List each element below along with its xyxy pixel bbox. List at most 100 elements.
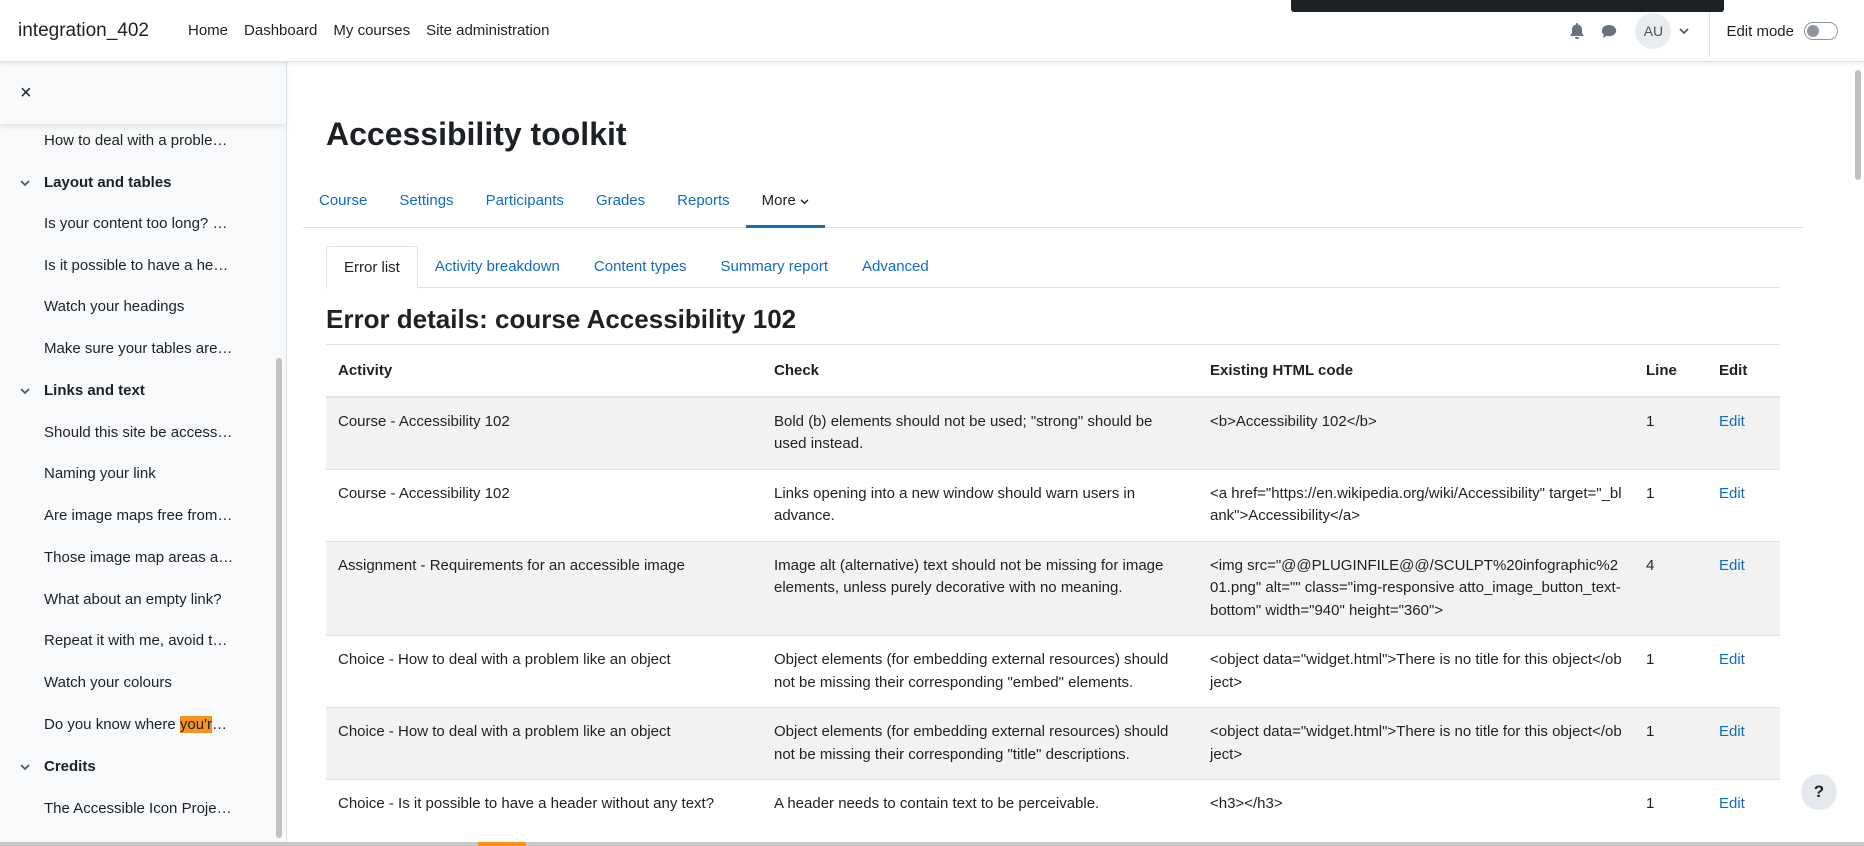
cell-edit: Edit — [1707, 540, 1780, 636]
cell-edit: Edit — [1707, 468, 1780, 541]
edit-mode-label: Edit mode — [1726, 22, 1794, 40]
drawer-item[interactable]: Do you know where you'r… — [44, 716, 227, 733]
table-row: Assignment - Requirements for an accessi… — [326, 540, 1780, 636]
close-drawer-icon[interactable]: × — [20, 82, 32, 105]
table-row: Course - Accessibility 102 Links opening … — [326, 468, 1780, 541]
nav-home[interactable]: Home — [180, 22, 236, 39]
table-row: Choice - How to deal with a problem like… — [326, 635, 1780, 708]
chevron-down-icon[interactable] — [20, 759, 44, 774]
toast-bar — [1291, 0, 1724, 12]
drawer-item-label: Those image map areas a… — [44, 549, 234, 566]
tab-participants[interactable]: Participants — [470, 174, 580, 227]
drawer-item[interactable]: Naming your link — [44, 465, 156, 482]
nav-site-administration[interactable]: Site administration — [418, 22, 557, 39]
column-header-line: Line — [1634, 344, 1707, 398]
primary-navigation: Home Dashboard My courses Site administr… — [180, 22, 558, 39]
chevron-down-icon[interactable] — [20, 175, 44, 190]
chevron-down-icon[interactable] — [20, 383, 44, 398]
drawer-item[interactable]: Repeat it with me, avoid t… — [44, 632, 227, 649]
drawer-header: × — [0, 62, 286, 124]
drawer-item-label: Are image maps free from… — [44, 507, 233, 524]
edit-link[interactable]: Edit — [1719, 485, 1745, 502]
cell-line: 4 — [1634, 540, 1707, 636]
cell-code: <b>Accessibility 102</b> — [1198, 396, 1634, 469]
tab-reports[interactable]: Reports — [661, 174, 746, 227]
cell-edit: Edit — [1707, 779, 1780, 829]
chevron-down-icon — [800, 199, 809, 205]
messages-icon[interactable] — [1597, 19, 1621, 43]
user-avatar[interactable]: AU — [1635, 13, 1672, 49]
drawer-item[interactable]: Is it possible to have a he… — [44, 257, 228, 274]
cell-activity: Choice - How to deal with a problem like… — [326, 707, 762, 780]
help-button[interactable]: ? — [1801, 774, 1837, 810]
drawer-item[interactable]: Is your content too long? … — [44, 215, 227, 232]
nav-dashboard[interactable]: Dashboard — [236, 22, 325, 39]
cell-check: Object elements (for embedding external … — [762, 635, 1198, 708]
drawer-item-label: Do you know where — [44, 716, 180, 733]
search-highlight: you'r — [179, 716, 212, 733]
edit-link[interactable]: Edit — [1719, 557, 1745, 574]
drawer-item[interactable]: Those image map areas a… — [44, 549, 233, 566]
cell-line: 1 — [1634, 396, 1707, 469]
cell-line: 1 — [1634, 707, 1707, 780]
user-menu-chevron-down-icon[interactable] — [1679, 22, 1690, 40]
edit-link[interactable]: Edit — [1719, 651, 1745, 668]
tab-activity-breakdown[interactable]: Activity breakdown — [418, 246, 577, 287]
tab-content-types[interactable]: Content types — [577, 246, 704, 287]
cell-edit: Edit — [1707, 635, 1780, 708]
table-body: Course - Accessibility 102 Bold (b) eleme… — [326, 396, 1780, 829]
site-brand[interactable]: integration_402 — [18, 20, 149, 42]
drawer-item[interactable]: The Accessible Icon Proje… — [44, 800, 232, 817]
drawer-item-label: The Accessible Icon Proje… — [44, 800, 232, 817]
drawer-section[interactable]: Credits — [20, 758, 96, 775]
course-index-drawer: × How to deal with a proble… Layout and t… — [0, 62, 287, 846]
tab-error-list[interactable]: Error list — [326, 246, 418, 289]
cell-activity: Assignment - Requirements for an accessi… — [326, 540, 762, 636]
drawer-item-label: Watch your headings — [44, 298, 185, 315]
edit-link[interactable]: Edit — [1719, 795, 1745, 812]
horizontal-scrollbar[interactable] — [0, 842, 1864, 846]
cell-line: 1 — [1634, 779, 1707, 829]
error-table: Activity Check Existing HTML code Line E… — [326, 344, 1780, 829]
edit-link[interactable]: Edit — [1719, 413, 1745, 430]
cell-code: <object data="widget.html">There is no t… — [1198, 707, 1634, 780]
page-scrollbar[interactable] — [1855, 70, 1861, 180]
tab-summary-report[interactable]: Summary report — [703, 246, 845, 287]
drawer-item[interactable]: Watch your colours — [44, 674, 172, 691]
tab-more-label: More — [761, 192, 796, 209]
column-header-edit: Edit — [1707, 344, 1780, 398]
secondary-navigation: Course Settings Participants Grades Repo… — [303, 174, 1803, 228]
cell-check: A header needs to contain text to be per… — [762, 779, 1198, 829]
tab-course[interactable]: Course — [303, 174, 383, 227]
drawer-item[interactable]: Are image maps free from… — [44, 507, 232, 524]
tab-grades[interactable]: Grades — [580, 174, 661, 227]
page-title: Accessibility toolkit — [326, 116, 627, 152]
tab-advanced[interactable]: Advanced — [845, 246, 946, 287]
tab-settings[interactable]: Settings — [383, 174, 469, 227]
table-header-row: Activity Check Existing HTML code Line E… — [326, 344, 1780, 398]
drawer-item[interactable]: How to deal with a proble… — [44, 132, 227, 149]
drawer-item[interactable]: Watch your headings — [44, 298, 184, 315]
tab-more[interactable]: More — [745, 174, 826, 228]
table-row: Course - Accessibility 102 Bold (b) eleme… — [326, 396, 1780, 469]
drawer-item-label: Is it possible to have a he… — [44, 257, 229, 274]
nav-my-courses[interactable]: My courses — [325, 22, 418, 39]
cell-code: <object data="widget.html">There is no t… — [1198, 635, 1634, 708]
drawer-item[interactable]: Make sure your tables are… — [44, 340, 232, 357]
edit-mode-toggle[interactable] — [1804, 22, 1838, 40]
drawer-section-label: Credits — [44, 758, 96, 775]
bell-icon[interactable] — [1565, 19, 1589, 43]
cell-line: 1 — [1634, 635, 1707, 708]
drawer-item[interactable]: What about an empty link? — [44, 591, 222, 608]
drawer-item-label: Repeat it with me, avoid t… — [44, 632, 228, 649]
drawer-item[interactable]: Should this site be access… — [44, 424, 232, 441]
edit-link[interactable]: Edit — [1719, 723, 1745, 740]
cell-activity: Course - Accessibility 102 — [326, 396, 762, 469]
table-row: Choice - How to deal with a problem like… — [326, 707, 1780, 780]
cell-code: <h3></h3> — [1198, 779, 1634, 829]
drawer-scrollbar[interactable] — [276, 358, 282, 838]
drawer-section[interactable]: Links and text — [20, 382, 145, 399]
drawer-section[interactable]: Layout and tables — [20, 174, 172, 191]
drawer-item-label: What about an empty link? — [44, 591, 222, 608]
cell-activity: Choice - How to deal with a problem like… — [326, 635, 762, 708]
